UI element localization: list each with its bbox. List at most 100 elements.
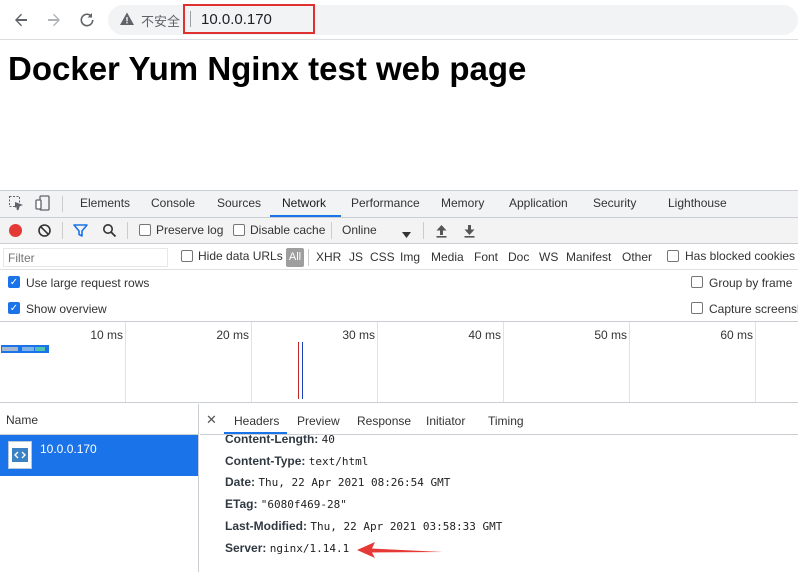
filter-type-img[interactable]: Img <box>400 250 420 264</box>
tab-initiator[interactable]: Initiator <box>426 414 465 428</box>
header-value: 40 <box>321 435 335 446</box>
divider <box>331 222 332 239</box>
grid-line <box>251 322 252 402</box>
tab-console[interactable]: Console <box>151 196 195 210</box>
disable-cache-checkbox[interactable] <box>233 224 245 236</box>
divider <box>62 222 63 239</box>
filter-type-js[interactable]: JS <box>349 250 363 264</box>
tab-timing[interactable]: Timing <box>488 414 524 428</box>
large-rows-checkbox[interactable]: ✓ <box>8 276 20 288</box>
filter-input[interactable] <box>3 248 168 267</box>
header-row: Server: nginx/1.14.1 <box>225 541 349 555</box>
filter-type-manifest[interactable]: Manifest <box>566 250 611 264</box>
show-overview-checkbox[interactable]: ✓ <box>8 302 20 314</box>
has-blocked-cookies-checkbox[interactable] <box>667 250 679 262</box>
filter-type-ws[interactable]: WS <box>539 250 558 264</box>
filter-type-xhr[interactable]: XHR <box>316 250 341 264</box>
security-status-text[interactable]: 不安全 <box>141 11 180 30</box>
grid-line <box>755 322 756 402</box>
header-key: Last-Modified: <box>225 519 307 533</box>
back-icon[interactable] <box>9 8 33 32</box>
grid-line <box>503 322 504 402</box>
url-highlight-box <box>183 4 315 34</box>
filter-type-doc[interactable]: Doc <box>508 250 529 264</box>
clear-icon[interactable] <box>37 223 52 243</box>
filter-type-all[interactable]: All <box>286 248 304 267</box>
tab-security[interactable]: Security <box>593 196 636 210</box>
filter-type-other[interactable]: Other <box>622 250 652 264</box>
group-by-frame-checkbox[interactable] <box>691 276 703 288</box>
grid-line <box>377 322 378 402</box>
hide-data-urls-checkbox[interactable] <box>181 250 193 262</box>
header-value: Thu, 22 Apr 2021 03:58:33 GMT <box>310 520 503 533</box>
inspect-element-icon[interactable] <box>8 195 24 216</box>
header-key: ETag: <box>225 497 258 511</box>
throttling-select[interactable]: Online <box>342 223 377 237</box>
header-row: ETag: "6080f469-28" <box>225 497 347 511</box>
tab-application[interactable]: Application <box>509 196 568 210</box>
reload-icon[interactable] <box>75 8 99 32</box>
header-row: Last-Modified: Thu, 22 Apr 2021 03:58:33… <box>225 519 502 533</box>
grid-line <box>629 322 630 402</box>
filter-type-media[interactable]: Media <box>431 250 464 264</box>
export-har-icon[interactable] <box>463 223 476 243</box>
timeline-tick: 30 ms <box>342 328 375 342</box>
disable-cache-label: Disable cache <box>250 223 326 237</box>
tab-performance[interactable]: Performance <box>351 196 420 210</box>
options-row <box>0 296 798 322</box>
timeline-tick: 40 ms <box>468 328 501 342</box>
header-key: Content-Type: <box>225 454 306 468</box>
forward-icon[interactable] <box>42 8 66 32</box>
import-har-icon[interactable] <box>435 223 448 243</box>
header-value: text/html <box>308 455 369 468</box>
filter-type-font[interactable]: Font <box>474 250 498 264</box>
timeline-tick: 20 ms <box>216 328 249 342</box>
header-value: Thu, 22 Apr 2021 08:26:54 GMT <box>258 476 451 489</box>
chevron-down-icon[interactable] <box>402 226 411 244</box>
request-waterfall-segment <box>2 347 18 351</box>
close-icon[interactable]: ✕ <box>206 412 217 428</box>
large-rows-label: Use large request rows <box>26 276 150 290</box>
request-name[interactable]: 10.0.0.170 <box>40 442 97 456</box>
divider <box>127 222 128 239</box>
device-toolbar-icon[interactable] <box>35 195 51 216</box>
capture-screenshots-label: Capture screensh <box>709 302 798 316</box>
filter-icon[interactable] <box>73 223 88 243</box>
timeline-tick: 50 ms <box>594 328 627 342</box>
tab-network[interactable]: Network <box>282 196 326 210</box>
header-key: Date: <box>225 475 256 489</box>
tab-memory[interactable]: Memory <box>441 196 484 210</box>
filter-type-css[interactable]: CSS <box>370 250 395 264</box>
header-value: nginx/1.14.1 <box>269 542 350 555</box>
preserve-log-label: Preserve log <box>156 223 224 237</box>
show-overview-label: Show overview <box>26 302 107 316</box>
capture-screenshots-checkbox[interactable] <box>691 302 703 314</box>
has-blocked-cookies-label: Has blocked cookies <box>685 249 796 263</box>
header-key: Content-Length: <box>225 435 319 446</box>
header-value: "6080f469-28" <box>260 498 347 511</box>
tab-elements[interactable]: Elements <box>80 196 130 210</box>
search-icon[interactable] <box>102 223 117 243</box>
request-waterfall-segment <box>35 347 45 351</box>
domcontentloaded-marker <box>302 342 303 399</box>
preserve-log-checkbox[interactable] <box>139 224 151 236</box>
record-icon[interactable] <box>9 224 22 237</box>
annotation-arrow <box>355 540 447 565</box>
load-event-marker <box>298 342 299 399</box>
divider <box>423 222 424 239</box>
tab-sources[interactable]: Sources <box>217 196 261 210</box>
request-waterfall-segment <box>22 347 34 351</box>
active-tab-indicator <box>270 215 341 217</box>
tab-response[interactable]: Response <box>357 414 411 428</box>
header-row: Content-Type: text/html <box>225 454 368 468</box>
column-header-name[interactable]: Name <box>0 404 199 435</box>
group-by-frame-label: Group by frame <box>709 276 793 290</box>
tab-lighthouse[interactable]: Lighthouse <box>668 196 727 210</box>
tab-headers[interactable]: Headers <box>234 414 279 428</box>
html-document-icon <box>8 441 32 469</box>
network-toolbar <box>0 218 798 244</box>
warning-icon[interactable] <box>119 11 135 27</box>
divider <box>308 249 309 266</box>
tab-preview[interactable]: Preview <box>297 414 340 428</box>
header-row: Date: Thu, 22 Apr 2021 08:26:54 GMT <box>225 475 450 489</box>
